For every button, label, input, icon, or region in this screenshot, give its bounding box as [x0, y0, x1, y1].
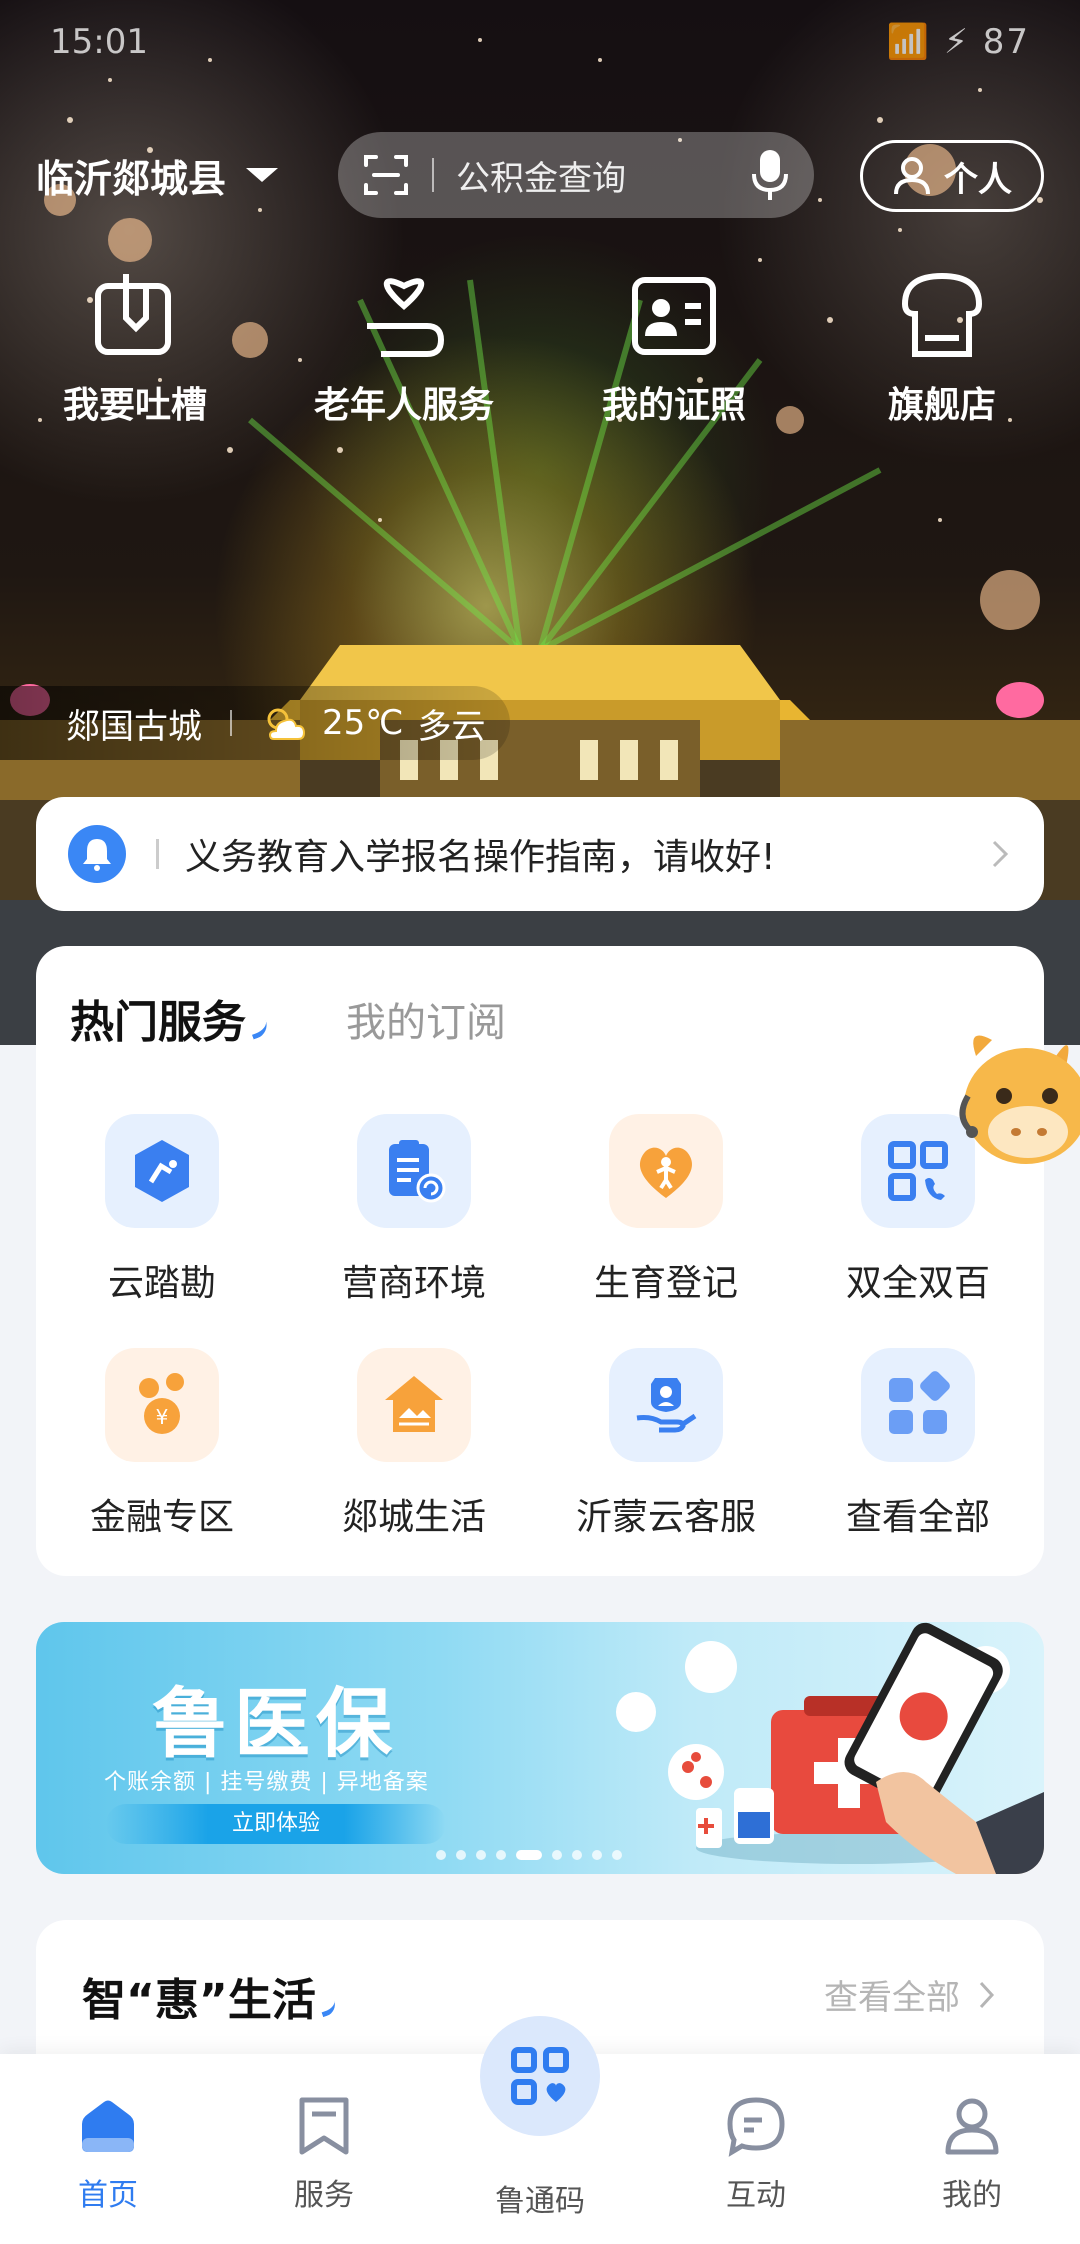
service-label: 查看全部: [845, 1497, 990, 1538]
quick-label: 旗舰店: [887, 385, 996, 426]
svg-text:¥: ¥: [156, 1405, 169, 1429]
robot-hex-icon: [105, 1114, 219, 1228]
weather-condition: 多云: [417, 706, 486, 747]
search-bar[interactable]: 公积金查询: [338, 132, 814, 218]
service-hand-icon: [609, 1348, 723, 1462]
nav-service[interactable]: 服务: [234, 2094, 414, 2214]
home-icon: [82, 2100, 134, 2152]
smart-life-view-all[interactable]: 查看全部: [824, 1970, 996, 2019]
notice-text: 义务教育入学报名操作指南，请收好!: [185, 837, 776, 878]
id-card-icon: [632, 277, 716, 355]
smart-life-title: 智“惠”生活: [82, 1964, 339, 2028]
medical-kit-illustration: [616, 1622, 1044, 1874]
notice-bar[interactable]: 义务教育入学报名操作指南，请收好!: [36, 797, 1044, 911]
document-refresh-icon: [357, 1114, 471, 1228]
quick-store[interactable]: 旗舰店: [822, 270, 1062, 428]
complaint-icon: [95, 274, 171, 355]
weather-tag[interactable]: 郯国古城 25℃ 多云: [0, 686, 510, 760]
quick-label: 老年人服务: [313, 385, 494, 426]
nav-mine[interactable]: 我的: [882, 2094, 1062, 2214]
hot-services-card: 热门服务 我的订阅 云踏勘 营商环境 生育登记 双全双百 ¥ 金融专区 郯城生活…: [36, 946, 1044, 1576]
nav-label: 互动: [726, 2178, 786, 2213]
search-separator: [432, 158, 434, 192]
service-label: 双全双百: [845, 1263, 990, 1304]
nav-code-button[interactable]: [480, 2016, 600, 2136]
location-selector[interactable]: 临沂郯城县: [36, 145, 279, 205]
service-label: 沂蒙云客服: [575, 1497, 756, 1538]
service-yimeng-support[interactable]: 沂蒙云客服: [540, 1348, 792, 1540]
banner-subtitle: 个账余额 | 挂号缴费 | 异地备案: [104, 1770, 429, 1795]
weather-divider: [230, 710, 232, 736]
elderly-care-icon: [367, 278, 445, 357]
qr-code-icon: [511, 2047, 569, 2105]
nav-code-label: 鲁通码: [495, 2184, 585, 2219]
service-birth-registration[interactable]: 生育登记: [540, 1114, 792, 1306]
tab-hot-label: 热门服务: [70, 997, 246, 1048]
bookmark-icon: [299, 2097, 349, 2155]
status-bar: 15:01 📶 ⚡ 87: [0, 0, 1080, 88]
scan-icon[interactable]: [362, 151, 410, 199]
user-icon: [894, 157, 930, 195]
partly-cloudy-icon: [267, 708, 306, 740]
quick-elderly[interactable]: 老年人服务: [284, 270, 524, 428]
nav-label: 首页: [78, 2178, 138, 2213]
service-cloud-survey[interactable]: 云踏勘: [36, 1114, 288, 1306]
all-apps-icon: [861, 1348, 975, 1462]
notice-separator: [156, 839, 159, 869]
nav-home[interactable]: 首页: [18, 2094, 198, 2214]
temperature: 25℃: [322, 703, 404, 743]
coins-icon: ¥: [105, 1348, 219, 1462]
microphone-icon[interactable]: [750, 148, 790, 202]
chevron-right-icon: [979, 1981, 995, 2008]
location-label: 临沂郯城县: [36, 156, 227, 201]
service-view-all[interactable]: 查看全部: [792, 1348, 1044, 1540]
service-label: 营商环境: [341, 1263, 486, 1304]
quick-entries: 我要吐槽 老年人服务 我的证照 旗舰店: [0, 270, 1080, 450]
chevron-right-icon: [992, 840, 1009, 868]
status-time: 15:01: [50, 22, 148, 62]
tab-my-subscriptions[interactable]: 我的订阅: [346, 990, 506, 1048]
service-label: 生育登记: [593, 1263, 738, 1304]
quick-complaint[interactable]: 我要吐槽: [15, 270, 255, 428]
carousel-indicator: [436, 1850, 622, 1860]
view-all-label: 查看全部: [824, 1978, 960, 2018]
smart-life-title-text: 智“惠”生活: [82, 1975, 316, 2026]
title-mark: [317, 1996, 339, 2018]
banner-title: 鲁医保: [152, 1679, 398, 1768]
service-tancheng-life[interactable]: 郯城生活: [288, 1348, 540, 1540]
service-label: 云踏勘: [107, 1263, 216, 1304]
banner-try-button[interactable]: 立即体验: [106, 1804, 446, 1844]
service-business-env[interactable]: 营商环境: [288, 1114, 540, 1306]
scenic-name: 郯国古城: [66, 706, 202, 747]
quick-label: 我要吐槽: [62, 385, 207, 426]
personal-label: 个人: [944, 159, 1012, 200]
service-label: 郯城生活: [341, 1497, 486, 1538]
nav-label: 我的: [942, 2178, 1002, 2213]
quick-label: 我的证照: [601, 385, 746, 426]
store-icon: [901, 272, 983, 357]
medical-insurance-banner[interactable]: 鲁医保 个账余额 | 挂号缴费 | 异地备案 立即体验: [36, 1622, 1044, 1874]
status-indicators: 📶 ⚡ 87: [886, 22, 1030, 62]
baby-heart-icon: [609, 1114, 723, 1228]
service-finance[interactable]: ¥ 金融专区: [36, 1348, 288, 1540]
personal-mode-button[interactable]: 个人: [860, 140, 1044, 212]
search-input[interactable]: 公积金查询: [456, 151, 750, 200]
profile-icon: [945, 2098, 999, 2155]
active-tab-mark: [247, 1016, 271, 1040]
quick-license[interactable]: 我的证照: [554, 270, 794, 428]
caret-down-icon: [246, 168, 279, 182]
service-label: 金融专区: [89, 1497, 234, 1538]
bell-icon: [68, 825, 126, 883]
tab-hot-services[interactable]: 热门服务: [70, 986, 271, 1050]
nav-label: 服务: [294, 2178, 354, 2213]
cow-mascot-icon[interactable]: [946, 1026, 1080, 1196]
house-icon: [357, 1348, 471, 1462]
nav-interact[interactable]: 互动: [666, 2094, 846, 2214]
chat-bubble-icon: [727, 2097, 785, 2157]
